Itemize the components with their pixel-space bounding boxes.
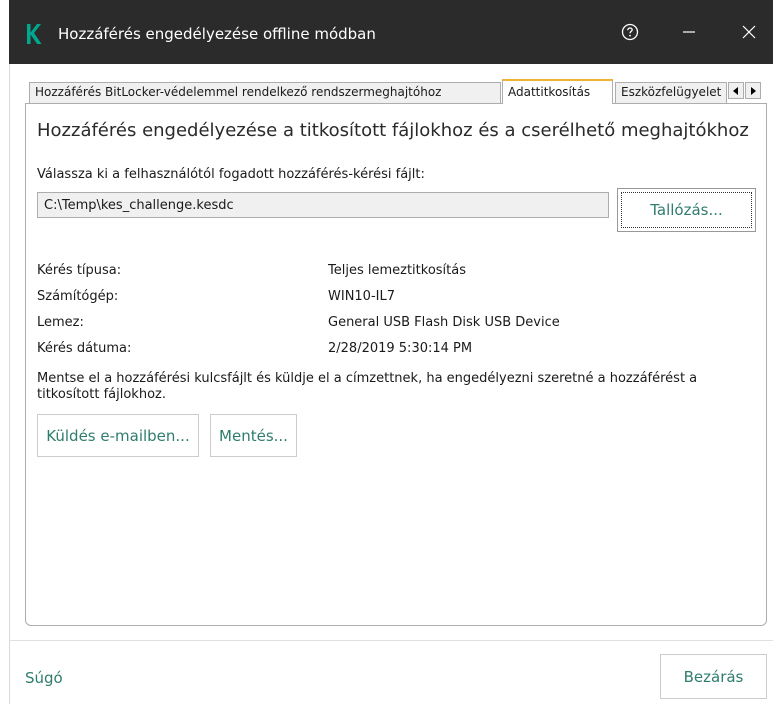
tab-strip: Hozzáférés BitLocker-védelemmel rendelke…: [25, 79, 773, 104]
kaspersky-logo-icon: [27, 24, 42, 44]
close-button[interactable]: Bezárás: [660, 654, 767, 699]
save-button[interactable]: Mentés...: [210, 414, 297, 457]
info-value: WIN10-IL7: [328, 289, 395, 304]
tab-scroll-left-icon[interactable]: [728, 82, 744, 99]
browse-button[interactable]: Tallózás...: [617, 188, 756, 232]
close-icon[interactable]: [721, 0, 773, 64]
minimize-icon[interactable]: [661, 0, 717, 64]
info-value: 2/28/2019 5:30:14 PM: [328, 341, 473, 356]
page-title: Hozzáférés engedélyezése a titkosított f…: [37, 120, 749, 141]
info-key: Kérés dátuma:: [37, 341, 132, 356]
footer-divider: [9, 640, 773, 641]
tab-data-encryption[interactable]: Adattitkosítás: [502, 79, 613, 104]
instruction-text: Mentse el a hozzáférési kulcsfájlt és kü…: [37, 371, 698, 402]
request-file-path-field[interactable]: [37, 192, 609, 218]
file-field-label: Válassza ki a felhasználótól fogadott ho…: [37, 167, 425, 182]
info-key: Számítógép:: [37, 289, 119, 304]
window-title: Hozzáférés engedélyezése offline módban: [58, 25, 376, 43]
send-email-button[interactable]: Küldés e-mailben...: [37, 414, 199, 457]
tab-device-control[interactable]: Eszközfelügyelet: [615, 82, 727, 103]
info-key: Lemez:: [37, 315, 84, 330]
help-link[interactable]: Súgó: [25, 669, 63, 687]
help-icon[interactable]: [602, 0, 658, 64]
browse-button-label: Tallózás...: [621, 192, 752, 228]
info-value: General USB Flash Disk USB Device: [328, 315, 560, 330]
info-key: Kérés típusa:: [37, 263, 122, 278]
tab-bitlocker-access[interactable]: Hozzáférés BitLocker-védelemmel rendelke…: [29, 82, 501, 103]
tab-scroll-right-icon[interactable]: [745, 82, 761, 99]
title-bar: Hozzáférés engedélyezése offline módban: [9, 0, 773, 64]
info-value: Teljes lemeztitkosítás: [328, 263, 466, 278]
